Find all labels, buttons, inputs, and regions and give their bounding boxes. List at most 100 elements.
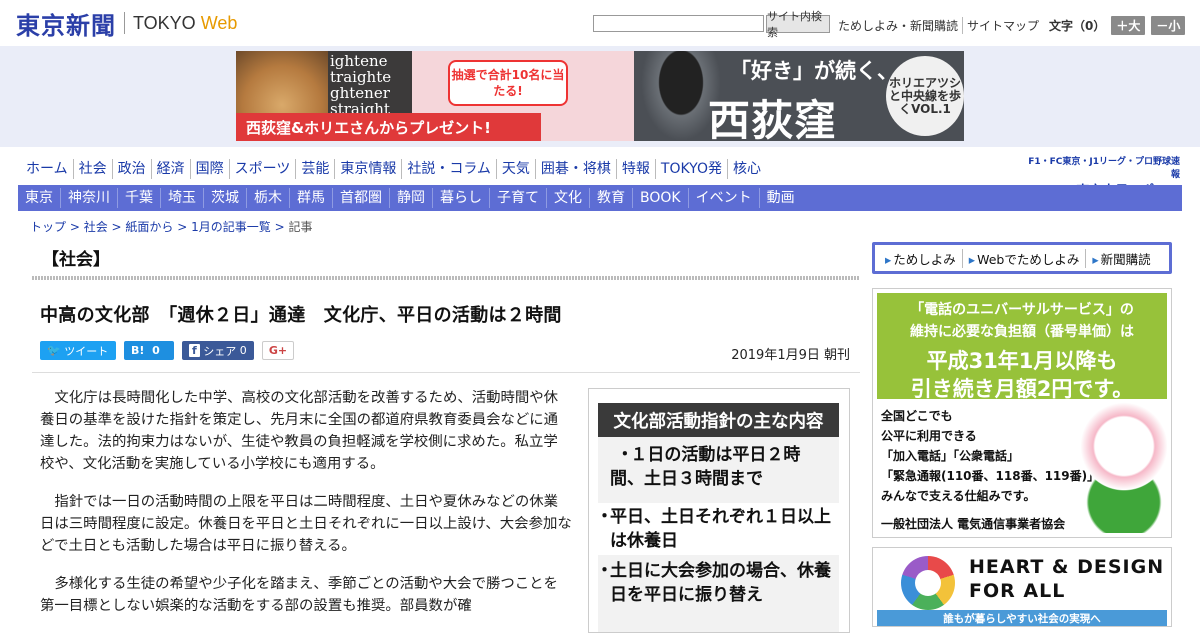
article-title: 中高の文化部 「週休２日」通達 文化庁、平日の活動は２時間: [40, 305, 562, 326]
font-smaller-button[interactable]: －小: [1151, 16, 1186, 35]
logo-web: Web: [200, 12, 238, 33]
header-link-sitemap[interactable]: サイトマップ: [962, 17, 1043, 34]
universal-ad-body: 「加入電話」「公衆電話」: [881, 449, 1020, 463]
region-item[interactable]: 千葉: [117, 188, 160, 208]
region-item[interactable]: 動画: [758, 188, 802, 208]
nav-item-igo-shogi[interactable]: 囲碁・将棋: [534, 159, 616, 179]
share-buttons: 🐦 ツイート B! 0 f シェア 0 G+: [40, 341, 302, 360]
article-paragraph: 多様化する生徒の希望や少子化を踏まえ、季節ごとの活動や大会で勝つことを第一目標と…: [40, 576, 558, 614]
bunny-mascot-icon: [1081, 393, 1167, 533]
region-item[interactable]: 文化: [546, 188, 589, 208]
header-link-subscribe[interactable]: ためしよみ・新聞購読: [834, 17, 962, 34]
nav-item-tokyo-info[interactable]: 東京情報: [334, 159, 401, 179]
region-item[interactable]: BOOK: [632, 188, 688, 208]
nav-item-weather[interactable]: 天気: [495, 159, 535, 179]
nav-item-tokyo-hatsu[interactable]: TOKYO発: [654, 159, 727, 179]
breadcrumb-current: 記事: [288, 220, 313, 234]
region-item[interactable]: 子育て: [489, 188, 546, 208]
universal-ad-header: 「電話のユニバーサルサービス」の 維持に必要な負担額（番号単価）は 平成31年1…: [877, 293, 1167, 401]
region-item[interactable]: 茨城: [203, 188, 246, 208]
nav-item-home[interactable]: ホーム: [22, 159, 73, 179]
facebook-share-label: シェア: [203, 344, 237, 358]
region-item[interactable]: 暮らし: [432, 188, 489, 208]
main-nav: ホーム 社会 政治 経済 国際 スポーツ 芸能 東京情報 社説・コラム 天気 囲…: [22, 159, 766, 179]
universal-ad-line3: 平成31年1月以降も: [926, 349, 1118, 373]
nav-item-sports[interactable]: スポーツ: [228, 159, 296, 179]
site-search-button[interactable]: サイト内検索: [766, 10, 830, 39]
universal-service-ad[interactable]: 「電話のユニバーサルサービス」の 維持に必要な負担額（番号単価）は 平成31年1…: [872, 288, 1172, 538]
hatena-bookmark-button[interactable]: B! 0: [124, 341, 174, 360]
tweet-button[interactable]: 🐦 ツイート: [40, 341, 116, 360]
ad-banner[interactable]: ightene traighte ghtener straight 抽選で合計1…: [236, 51, 964, 141]
font-larger-button[interactable]: ＋大: [1111, 16, 1146, 35]
region-item[interactable]: 埼玉: [160, 188, 203, 208]
hatena-count: 0: [152, 344, 160, 357]
universal-ad-body: 「緊急通報(110番、118番、119番)」を: [881, 469, 1112, 483]
universal-ad-footer: 一般社団法人 電気通信事業者協会: [881, 517, 1066, 531]
facebook-f-icon: f: [189, 344, 200, 357]
region-item[interactable]: 首都圏: [332, 188, 389, 208]
universal-ad-body: 全国どこでも: [881, 409, 953, 423]
flower-logo-icon: [901, 556, 955, 610]
banner-popup: 抽選で合計10名に当たる!: [448, 60, 568, 106]
region-item[interactable]: 群馬: [289, 188, 332, 208]
nav-item-entertainment[interactable]: 芸能: [295, 159, 334, 179]
breadcrumb-separator: >: [66, 220, 84, 234]
nav-item-society[interactable]: 社会: [72, 159, 112, 179]
article-body: 文化庁は長時間化した中学、高校の文化部活動を改善するため、活動時間や休養日の基準…: [40, 387, 572, 633]
region-item[interactable]: 神奈川: [60, 188, 117, 208]
font-size-label: 文字（0）: [1049, 19, 1106, 33]
region-item[interactable]: 東京: [18, 188, 60, 208]
nav-item-international[interactable]: 国際: [189, 159, 229, 179]
region-item[interactable]: イベント: [687, 188, 759, 208]
breadcrumb-paper[interactable]: 紙面から: [125, 220, 173, 234]
nav-item-tokuho[interactable]: 特報: [615, 159, 655, 179]
logo-jp: 東京新聞: [16, 10, 116, 40]
breadcrumb-top[interactable]: トップ: [30, 220, 66, 234]
nav-item-editorial[interactable]: 社説・コラム: [401, 159, 496, 179]
nav-item-economy[interactable]: 経済: [150, 159, 190, 179]
banner-headline-big: 西荻窪: [708, 96, 838, 141]
heart-ad-bar: 誰もが暮らしやすい社会の実現へ: [877, 610, 1167, 626]
web-trial-read-link[interactable]: Webでためしよみ: [961, 248, 1086, 268]
banner-circle-badge: ホリエアツシと中央線を歩くVOL.1: [886, 56, 964, 136]
header-links: ためしよみ・新聞購読 サイトマップ 文字（0） ＋大 －小: [834, 16, 1186, 35]
site-search-input[interactable]: [593, 15, 764, 32]
subscribe-link[interactable]: 新聞購読: [1085, 248, 1156, 268]
twitter-bird-icon: 🐦: [47, 344, 61, 357]
logo-divider: [124, 12, 125, 34]
logo-en: TOKYO: [133, 12, 196, 33]
universal-ad-line2: 維持に必要な負担額（番号単価）は: [910, 324, 1134, 340]
figure-heading: 文化部活動指針の主な内容: [598, 403, 839, 437]
breadcrumb-society[interactable]: 社会: [84, 220, 108, 234]
region-item[interactable]: 栃木: [246, 188, 289, 208]
heart-design-ad[interactable]: HEART & DESIGN FOR ALL 誰もが暮らしやすい社会の実現へ: [872, 547, 1172, 627]
universal-ad-body: みんなで支える仕組みです。: [881, 489, 1036, 503]
share-divider: [32, 372, 860, 373]
facebook-share-button[interactable]: f シェア 0: [182, 341, 254, 360]
breadcrumb-month-list[interactable]: 1月の記事一覧: [191, 220, 271, 234]
trial-read-link[interactable]: ためしよみ: [879, 249, 962, 268]
region-item[interactable]: 教育: [589, 188, 632, 208]
figure-body: １日の活動は平日２時間、土日３時間まで 平日、土日それぞれ１日以上は休養日 土日…: [596, 437, 839, 632]
region-nav: 東京 神奈川 千葉 埼玉 茨城 栃木 群馬 首都圏 静岡 暮らし 子育て 文化 …: [18, 185, 1182, 211]
nav-item-kakushin[interactable]: 核心: [726, 159, 766, 179]
banner-headline-small: 「好き」が続く、: [730, 59, 898, 83]
site-logo[interactable]: 東京新聞 TOKYO Web: [16, 8, 238, 40]
section-divider: [32, 276, 860, 280]
banner-strip: 西荻窪&ホリエさんからプレゼント!: [236, 113, 541, 141]
nav-item-politics[interactable]: 政治: [111, 159, 151, 179]
facebook-share-count: 0: [239, 344, 247, 357]
figure-item: １日の活動は平日２時間、土日３時間まで: [596, 443, 839, 491]
region-item[interactable]: 静岡: [389, 188, 432, 208]
section-heading: 【社会】: [42, 250, 110, 270]
article-paragraph: 文化庁は長時間化した中学、高校の文化部活動を改善するため、活動時間や休養日の基準…: [40, 390, 559, 472]
chunichi-subtitle: F1・FC東京・J1リーグ・プロ野球速報: [1028, 157, 1180, 180]
breadcrumb: トップ > 社会 > 紙面から > 1月の記事一覧 > 記事: [30, 218, 312, 235]
article-paragraph: 指針では一日の活動時間の上限を平日は二時間程度、土日や夏休みなどの休業日は三時間…: [40, 494, 572, 554]
breadcrumb-separator: >: [173, 220, 192, 234]
figure-item: 平日、土日それぞれ１日以上は休養日: [596, 503, 839, 555]
tweet-label: ツイート: [64, 344, 109, 358]
figure-item: 土日に大会参加の場合、休養日を平日に振り替え: [596, 559, 839, 607]
google-plus-button[interactable]: G+: [262, 341, 294, 360]
